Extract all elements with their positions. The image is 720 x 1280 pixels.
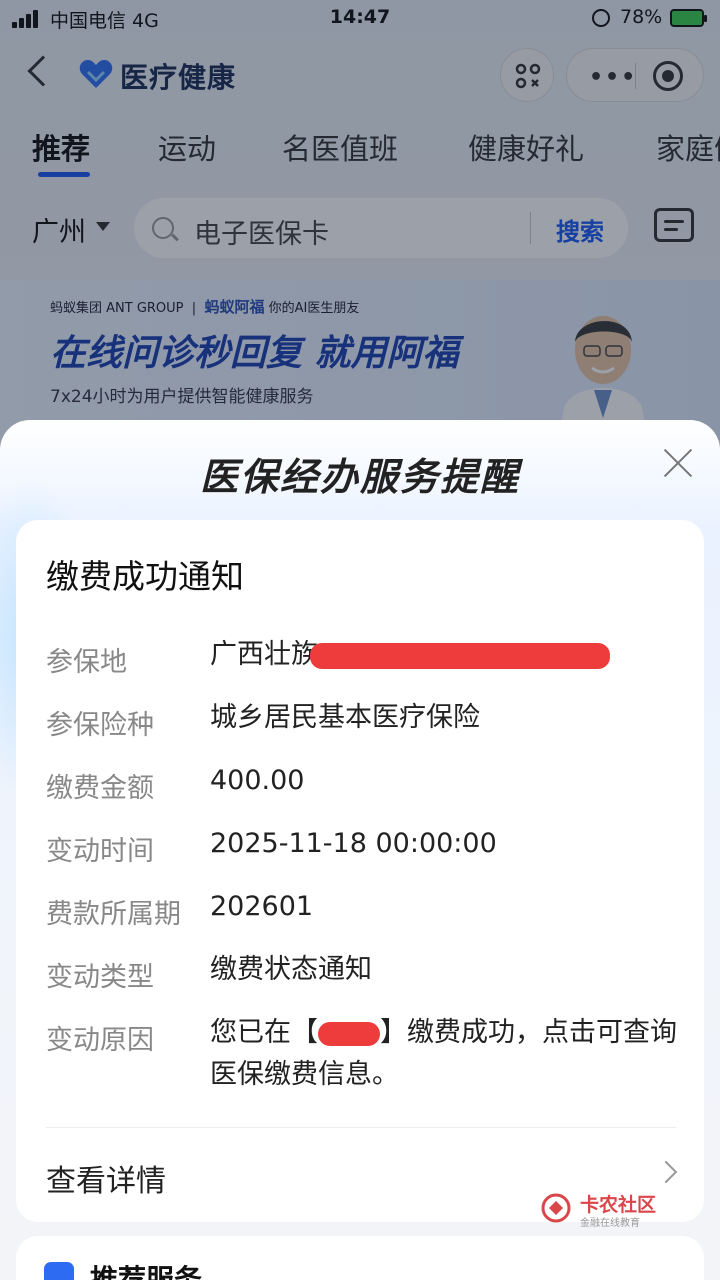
field-label: 变动类型 [46,962,154,993]
field-value: 缴费状态通知 [210,954,372,985]
field-label: 缴费金额 [46,773,154,804]
watermark: 卡农社区 金融在线教育 [540,1190,690,1230]
watermark-name: 卡农社区 [580,1194,657,1216]
field-label: 费款所属期 [46,899,181,930]
watermark-logo-icon [541,1193,571,1223]
redaction-mark [310,642,610,669]
notice-card: 缴费成功通知 参保地 广西壮族 参保险种 城乡居民基本医疗保险 缴费金额 400… [16,520,704,1222]
sheet-title: 医保经办服务提醒 [199,455,520,499]
field-label: 变动原因 [46,1025,154,1056]
services-icon [44,1262,74,1280]
view-details-label: 查看详情 [46,1164,166,1199]
field-value: 202601 [210,891,314,922]
field-label: 参保地 [46,647,127,678]
field-value: 广西壮族 [210,639,318,670]
field-value-prefix: 您已在【 [210,1017,318,1048]
card-title: 缴费成功通知 [46,557,244,596]
service-reminder-sheet: 医保经办服务提醒 缴费成功通知 参保地 广西壮族 参保险种 城乡居民基本医疗保险… [0,420,720,1280]
chevron-right-icon [654,1160,678,1184]
field-label: 变动时间 [46,836,154,867]
recommended-services-card[interactable]: 推荐服务 [16,1236,704,1280]
field-value: 城乡居民基本医疗保险 [210,702,480,733]
redaction-mark [318,1021,380,1046]
field-label: 参保险种 [46,710,154,741]
field-value: 2025-11-18 00:00:00 [210,828,497,859]
recommended-services-title: 推荐服务 [90,1263,203,1280]
field-value: 400.00 [210,765,305,796]
watermark-sub: 金融在线教育 [580,1218,640,1229]
close-icon[interactable] [662,446,694,478]
